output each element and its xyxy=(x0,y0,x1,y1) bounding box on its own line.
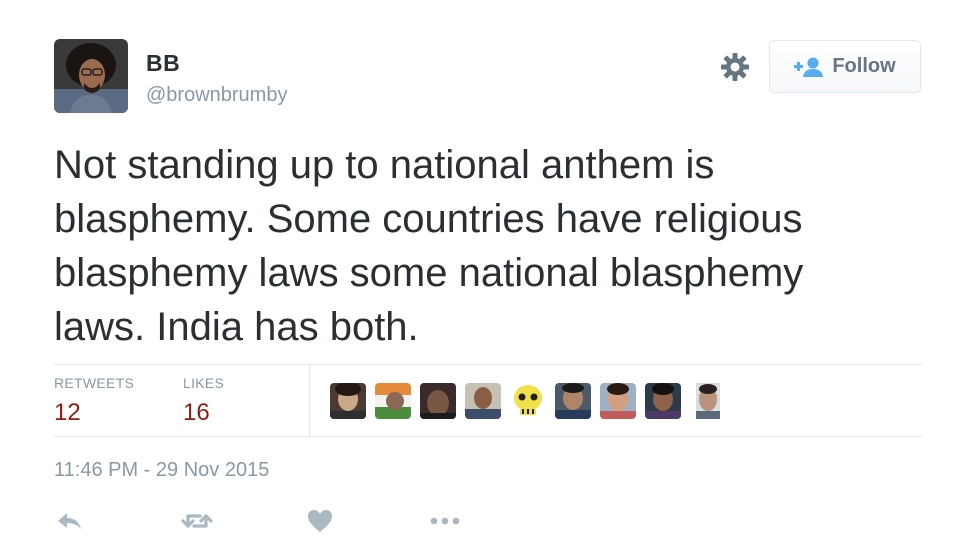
tweet-timestamp[interactable]: 11:46 PM - 29 Nov 2015 xyxy=(54,459,269,482)
liker-avatar[interactable] xyxy=(420,383,456,419)
reply-icon[interactable] xyxy=(54,506,84,536)
liker-avatar[interactable] xyxy=(375,383,411,419)
gear-icon[interactable] xyxy=(718,50,752,84)
stats-top-divider xyxy=(54,364,922,365)
liker-avatars xyxy=(330,383,735,419)
user-handle[interactable]: @brownbrumby xyxy=(146,84,287,107)
liker-avatar[interactable] xyxy=(465,383,501,419)
more-dots-icon[interactable] xyxy=(428,506,462,536)
tweet-text: Not standing up to national anthem is bl… xyxy=(54,143,804,349)
liker-avatar[interactable] xyxy=(555,383,591,419)
heart-icon[interactable] xyxy=(306,506,334,536)
liker-avatar[interactable] xyxy=(600,383,636,419)
liker-avatar[interactable] xyxy=(330,383,366,419)
liker-avatar[interactable] xyxy=(510,383,546,419)
retweets-count: 12 xyxy=(54,399,81,426)
stats-bottom-divider xyxy=(54,436,922,437)
stats-vertical-divider xyxy=(309,365,310,436)
likes-count: 16 xyxy=(183,399,210,426)
add-person-icon xyxy=(794,56,824,78)
liker-avatar[interactable] xyxy=(645,383,681,419)
retweets-stat[interactable]: RETWEETS 12 xyxy=(54,375,134,427)
follow-label: Follow xyxy=(832,55,896,77)
liker-avatar[interactable] xyxy=(690,383,726,419)
retweets-label: RETWEETS xyxy=(54,375,135,391)
follow-button[interactable]: Follow xyxy=(769,40,921,93)
avatar[interactable] xyxy=(54,39,128,113)
likes-stat[interactable]: LIKES 16 xyxy=(183,375,224,427)
user-display-name[interactable]: BB xyxy=(146,50,180,77)
likes-label: LIKES xyxy=(183,375,225,391)
retweet-icon[interactable] xyxy=(180,506,214,536)
